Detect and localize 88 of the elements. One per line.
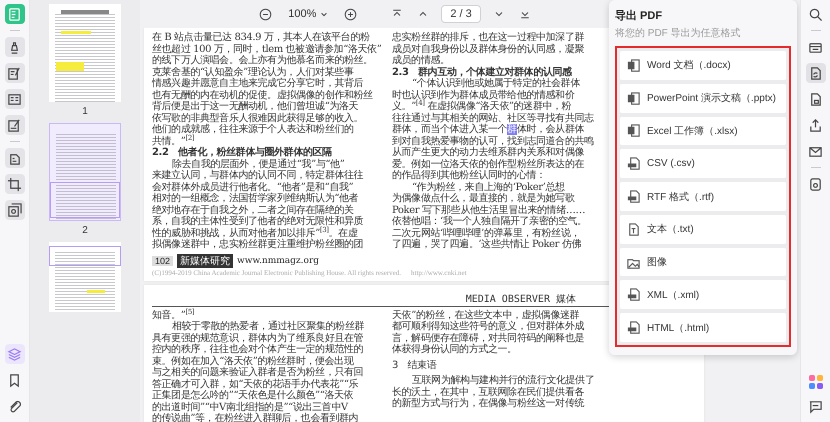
layers-icon[interactable] <box>4 344 24 364</box>
text-line: 的作品得到其他粉丝认同时的心情： <box>392 170 547 182</box>
text-line: 在 B 站点击量已达 834.9 万，其本人在该平台的粉 <box>152 32 370 44</box>
journal-label: 新媒体研究 <box>177 254 234 268</box>
text-line: 依写歌的非典型音乐人很难因此获得足够的收入。 <box>152 112 364 124</box>
text-line: 了四遍，哭了四遍。’这些共情让 Poker 仿佛 <box>392 239 582 250</box>
section-heading: 2.2 他者化，粉丝群体与圈外群体的区隔 <box>152 147 333 158</box>
export-format-option[interactable]: PowerPoint 演示文稿（.pptx) <box>620 84 786 113</box>
export-format-option[interactable]: Word 文档（.docx) <box>620 51 786 80</box>
form-icon[interactable] <box>4 89 24 109</box>
page-number: 1 <box>82 106 88 117</box>
text-line: 群体，而当个体进入某一个群体时，会从群体 <box>392 124 586 136</box>
running-header: MEDIA OBSERVER 媒体 <box>466 292 576 306</box>
text-line: 与之相关的问题来验证入群者是否为粉丝，只有回 <box>152 367 364 378</box>
text-line: 成员对自我身份以及群体身份的认同感，凝聚 <box>392 44 586 54</box>
text-line: 丝也超过 100 万，同时，tlem 也被邀请参加“洛天依” <box>152 44 382 54</box>
text-line: “个体认识到他或她属于特定的社会群体 <box>411 78 581 90</box>
text-line: 二次元网站‘哔哩哔哩’的弹幕里，有粉丝说， <box>392 228 581 238</box>
text-line: 从而产生更大的动力去维系群内关系和对偶像 <box>392 147 586 158</box>
text-line: 具有更强的规范意识，群体内为了维系良好且在管 <box>152 332 364 344</box>
export-format-option[interactable]: RTF 格式（.rtf) <box>620 182 786 211</box>
text-line: 正集团是怎么吟的”“天依色是什么颜色”“洛天依 <box>152 390 354 402</box>
text-line: 时也认识到作为群体成员带给他的情感和价 <box>392 90 576 100</box>
text-line: 成员的情感。 <box>392 55 451 66</box>
text-line: 背后便是出于这一无酬动机，他们曾坦诚“为洛天 <box>152 101 360 112</box>
page-thumbnail[interactable] <box>49 123 121 221</box>
convert-icon[interactable] <box>806 63 826 83</box>
text-line: 知音。”$^{[5]}$ <box>152 310 196 320</box>
text-line: 义。”$^{[4]}$ 在虚拟偶像“洛天依”的迷群中，粉 <box>392 101 572 112</box>
text-line: 也有无酬的内在动机的促使。虚拟偶像的创作和粉丝 <box>152 90 374 100</box>
text-line: 都可顺利得知这些符号的意义，但对群体外成 <box>392 321 586 332</box>
text-line: 束。例如在加入“洛天依”的粉丝群时，便会出现 <box>152 356 355 366</box>
text-line: 他们的成就感，往往来源于个人表达和粉丝们的 <box>152 124 355 135</box>
text-line: 性的威胁和挑战，从而对他者加以排斥”$^{[3]}$。在虚 <box>152 228 358 238</box>
caret-icon <box>320 10 328 18</box>
text-line: 言，解码便存在障碍，对共同符码的阐释也是 <box>392 332 586 344</box>
text-line: 的新型方式与行为，在偶像与粉丝这一对传统 <box>392 398 586 410</box>
journal-url: www.nmmagz.org <box>237 256 320 266</box>
text-line: 往往通过与其相关的网站、社区等寻找有共同志 <box>392 112 594 124</box>
text-line: 绝对地存在于自我之外，二者之间存在隔绝的关 <box>152 204 355 216</box>
text-line: 相较于零散的热爱者，通过社区聚集的粉丝群 <box>171 321 366 332</box>
text-line: 长的沃土，在其中，互联网除在民们提供看各 <box>392 386 586 398</box>
text-line: 忠实粉丝群的排斥，也在这一过程中加深了群 <box>392 32 586 44</box>
text-line: 依替他唱：‘我一个人独自隔开了亲密的空气。 <box>392 216 588 228</box>
text-line: 控内的秩序，往往也会对个体产生一定的规范性的 <box>152 344 364 356</box>
pages-icon[interactable] <box>4 148 24 168</box>
page-number: 2 <box>82 225 88 236</box>
page-number-field[interactable]: 2 / 3 <box>441 5 481 23</box>
text-line: “作为粉丝，来自上海的‘Poker’总想 <box>411 182 566 192</box>
page-footer-number: 102 <box>152 256 174 266</box>
text-line: 除去自我的层面外，便是通过“我”与“他” <box>171 158 346 170</box>
page-thumbnail[interactable] <box>49 4 121 102</box>
text-line: 来建立认同，与群体内的认同不同，特定群体往往 <box>152 170 364 182</box>
text-line: 答正确才可入群，如“天依的花语手办代表花”“乐 <box>152 378 360 390</box>
crop-icon[interactable] <box>4 174 24 194</box>
zoom-dropdown[interactable]: 100% <box>284 6 332 22</box>
text-line: 相对的一组概念，法国哲学家列维纳斯认为“他者 <box>152 193 360 204</box>
text-line: 系，自我的主体性受到了他者的绝对无限性和异质 <box>152 216 364 227</box>
export-format-option[interactable]: HTML（.html) <box>620 313 786 342</box>
app-icon[interactable] <box>808 374 824 390</box>
sign-icon[interactable] <box>4 115 24 135</box>
export-format-option[interactable]: XML（.xml) <box>620 280 786 310</box>
highlighter-icon[interactable] <box>4 37 24 57</box>
text-line: 共情。”$^{[2]}$ <box>152 136 196 146</box>
section-heading: 3 结束语 <box>392 360 438 371</box>
text-line: 爱。例如一位洛天依的创作型粉丝所表达的在 <box>392 158 586 170</box>
edit-icon[interactable] <box>4 63 24 83</box>
text-line: 的线下万人演唱会。会上亦有为他慕名而来的粉丝。 <box>152 55 374 66</box>
export-format-option[interactable]: Excel 工作簿（.xlsx) <box>620 116 786 146</box>
text-line: 情感兴趣并愿意自主地来完成它分享它时，其背后 <box>152 78 364 90</box>
export-format-option[interactable]: 文本（.txt) <box>620 214 786 244</box>
section-heading: 2.3 群内互动，个体建立对群体的认同感 <box>392 66 573 78</box>
text-line: 天依”的粉丝，在这些文本中，虚拟偶像迷群 <box>392 310 580 320</box>
text-line: Poker 写下那些从他生活里冒出来的情绪…… <box>392 204 586 216</box>
text-line: 会对群体外成员进行他者化。“他者”是和“自我” <box>152 182 354 192</box>
text-line: 为偶像做点什么，最直接的，就是为她写歌 <box>392 193 576 204</box>
text-line: 的出道时间”“中Ⅴ南北组指的是”“说出三首中Ⅴ <box>152 402 350 412</box>
text-line: 克莱舍基的“认知盈余”理论认为，人们对某些事 <box>152 66 354 78</box>
text-line: 拟偶像迷群中，忠实粉丝群更注重维护粉丝圈的团 <box>152 239 364 250</box>
text-file-icon <box>626 222 641 237</box>
page-thumbnail[interactable] <box>49 242 121 312</box>
export-format-option[interactable]: 图像 <box>620 248 786 276</box>
text-line: 体获得身份认同的方式之一。 <box>392 344 517 356</box>
text-line: 互联网为解构与建构并行的流行文化提供了 <box>411 375 594 386</box>
export-format-option[interactable]: CSV (.csv) <box>620 149 786 178</box>
text-line: 到对自我热爱事物的认可，找到志同道合的共鸣 <box>392 136 594 146</box>
panel-subtitle: 将您的 PDF 导出为任意格式 <box>615 26 741 40</box>
panel-title: 导出 PDF <box>615 8 662 23</box>
